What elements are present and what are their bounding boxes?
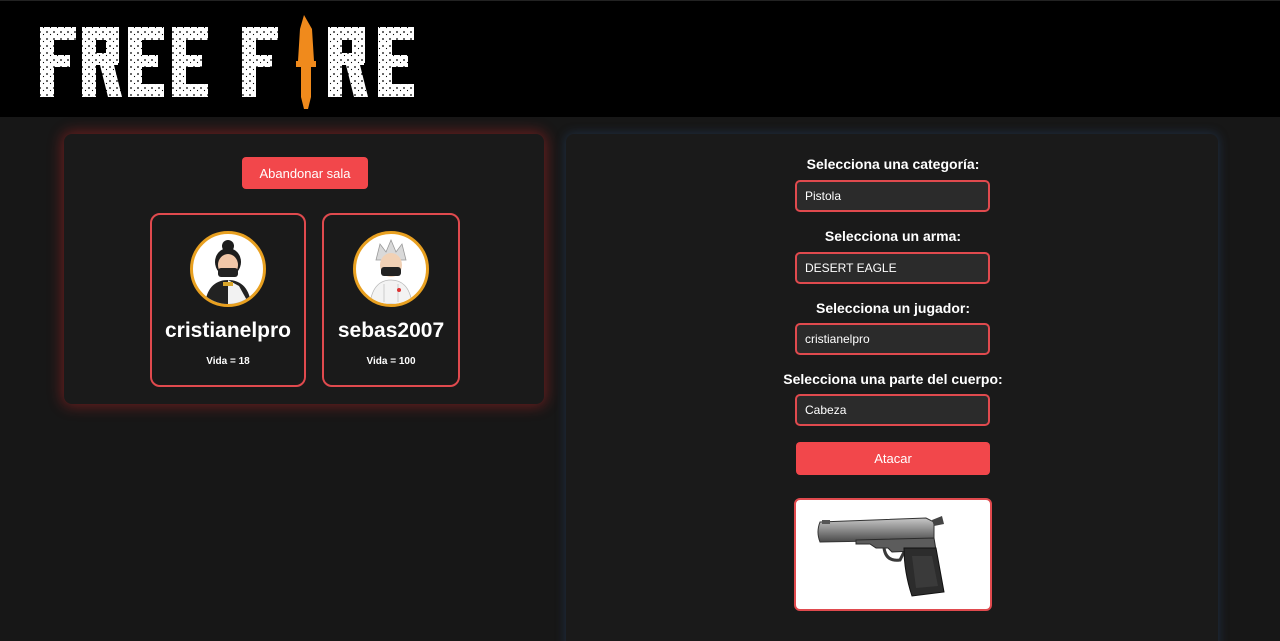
- header-bar: [0, 0, 1280, 117]
- body-part-select[interactable]: Cabeza: [795, 394, 990, 426]
- leave-room-button[interactable]: Abandonar sala: [242, 157, 368, 189]
- pistol-icon: [817, 516, 945, 597]
- avatar-female-icon: [190, 231, 266, 307]
- category-select[interactable]: Pistola: [795, 180, 990, 212]
- attack-button[interactable]: Atacar: [796, 442, 990, 475]
- player-life: Vida = 18: [206, 356, 250, 367]
- category-label: Selecciona una categoría:: [806, 156, 980, 172]
- player-label: Selecciona un jugador:: [815, 300, 971, 316]
- player-name: cristianelpro: [164, 319, 292, 342]
- weapon-image: [794, 498, 992, 611]
- body-part-label: Selecciona una parte del cuerpo:: [783, 371, 1003, 387]
- player-card: cristianelpro Vida = 18: [150, 213, 306, 387]
- free-fire-logo: [40, 15, 414, 109]
- weapon-label: Selecciona un arma:: [824, 228, 962, 244]
- player-card: sebas2007 Vida = 100: [322, 213, 460, 387]
- weapon-select[interactable]: DESERT EAGLE: [795, 252, 990, 284]
- player-name: sebas2007: [337, 319, 445, 342]
- knife-icon: [296, 15, 316, 109]
- player-select[interactable]: cristianelpro: [795, 323, 990, 355]
- avatar-male-icon: [353, 231, 429, 307]
- player-life: Vida = 100: [366, 356, 416, 367]
